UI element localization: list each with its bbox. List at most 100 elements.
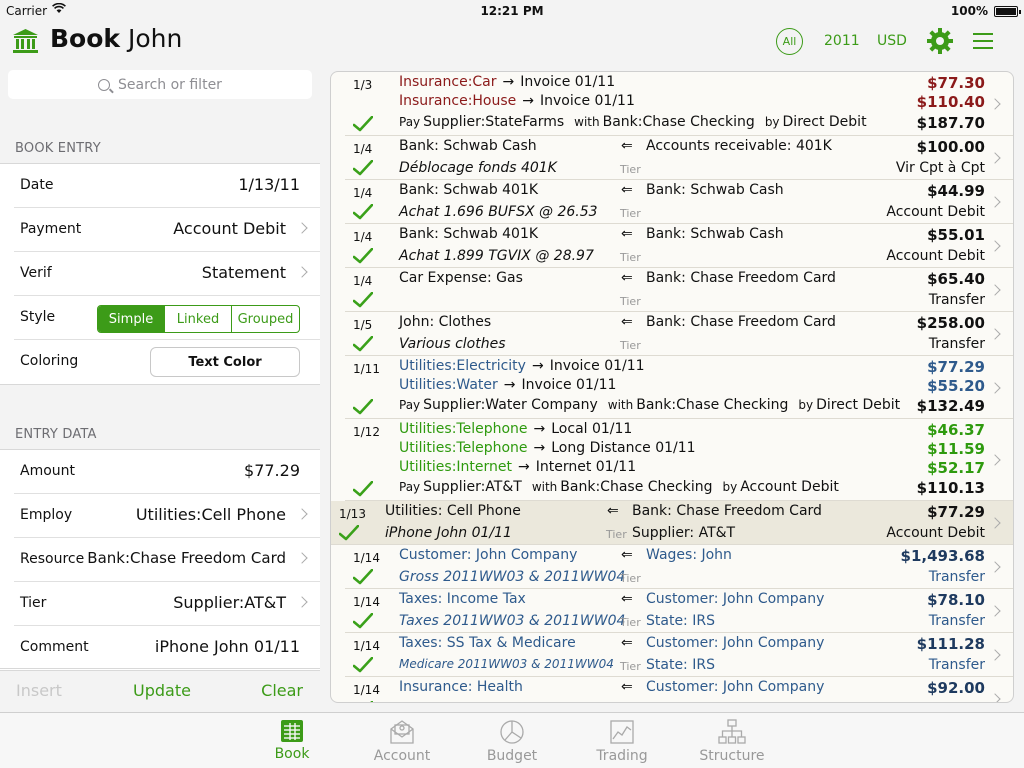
style-linked-segment[interactable]: Linked <box>165 306 232 332</box>
entry-tier-label: Tier <box>620 295 641 308</box>
entry-data-header: ENTRY DATA <box>15 427 97 442</box>
style-label: Style <box>20 309 56 325</box>
payment-prefix: Pay <box>399 398 421 412</box>
tab-structure[interactable]: Structure <box>687 719 777 764</box>
arrow-left-icon: ⇐ <box>621 314 633 330</box>
status-bar: Carrier 12:21 PM 100% <box>0 0 1024 22</box>
entry-row[interactable]: 1/14 Taxes: SS Tax & Medicare ⇐ Customer: J… <box>345 633 1013 677</box>
split-account: Utilities:Telephone → Local 01/11 <box>399 421 632 437</box>
employ-row[interactable]: Employ Utilities:Cell Phone <box>14 494 320 538</box>
verif-row[interactable]: Verif Statement <box>14 252 320 296</box>
entry-row[interactable]: 1/11 Utilities:Electricity → Invoice 01/11 $… <box>345 356 1013 419</box>
payment-total: $110.13 <box>916 479 985 497</box>
entry-editor-panel: Search or filter BOOK ENTRY Date 1/13/11… <box>0 64 320 712</box>
verified-check-icon <box>352 398 374 415</box>
payment-payee: Supplier:StateFarms <box>423 114 565 130</box>
insert-button[interactable]: Insert <box>16 681 62 700</box>
entry-amount: $92.00 <box>927 679 985 697</box>
year-button[interactable]: 2011 <box>824 33 860 49</box>
entry-amount: $65.40 <box>927 270 985 288</box>
entry-description: Déblocage fonds 401K <box>399 160 557 176</box>
menu-icon[interactable] <box>973 33 993 49</box>
entry-contra-account: Customer: John Company <box>646 591 825 607</box>
chevron-right-icon <box>989 561 1001 573</box>
battery-percent: 100% <box>950 4 988 18</box>
search-input[interactable]: Search or filter <box>8 70 312 99</box>
entry-row[interactable]: 1/14 Insurance: Health ⇐ Customer: John Com… <box>345 677 1013 702</box>
bank-icon <box>13 29 38 53</box>
entry-row[interactable]: 1/13 Utilities: Cell Phone ⇐ Bank: Chase Fr… <box>331 501 1013 545</box>
entry-description: Gross 2011WW03 & 2011WW04 <box>399 569 626 585</box>
payment-summary: Pay Supplier:AT&T with Bank:Chase Checking b… <box>399 479 849 495</box>
payment-with: with <box>574 115 600 129</box>
app-header: Book John All 2011 USD <box>0 22 1024 62</box>
tab-book-label: Book <box>274 746 310 762</box>
text-color-button[interactable]: Text Color <box>150 347 300 377</box>
entry-account: Taxes: Income Tax <box>399 591 526 607</box>
currency-button[interactable]: USD <box>877 33 907 49</box>
entry-date: 1/4 <box>353 186 373 200</box>
verified-check-icon <box>353 700 374 702</box>
filter-all-button[interactable]: All <box>776 28 803 55</box>
entry-row[interactable]: 1/4 Car Expense: Gas ⇐ Bank: Chase Freedom … <box>345 268 1013 312</box>
payment-row[interactable]: Payment Account Debit <box>14 208 320 252</box>
tab-trading[interactable]: Trading <box>577 719 667 764</box>
chevron-right-icon <box>989 454 1001 466</box>
entry-description: Achat 1.696 BUFSX @ 26.53 <box>399 204 598 220</box>
search-icon <box>98 78 111 91</box>
entry-tier-value: State: IRS <box>646 613 715 629</box>
arrow-right-icon: → <box>503 377 516 393</box>
split-amount: $55.20 <box>927 377 985 395</box>
split-account: Utilities:Electricity → Invoice 01/11 <box>399 358 645 374</box>
comment-row[interactable]: Comment iPhone John 01/11 <box>14 626 320 670</box>
entry-tier-label: Tier <box>620 207 641 220</box>
tab-account[interactable]: Account <box>357 719 447 764</box>
entry-row[interactable]: 1/12 Utilities:Telephone → Local 01/11 $46.3… <box>345 419 1013 501</box>
arrow-left-icon: ⇐ <box>621 270 633 286</box>
amount-row[interactable]: Amount $77.29 <box>14 450 320 494</box>
entry-row[interactable]: 1/14 Taxes: Income Tax ⇐ Customer: John Com… <box>345 589 1013 633</box>
entry-row[interactable]: 1/5 John: Clothes ⇐ Bank: Chase Freedom Car… <box>345 312 1013 356</box>
tab-bar: Book Account Budget Trading Structure <box>0 712 1024 768</box>
structure-icon <box>718 719 746 744</box>
split-amount: $77.29 <box>927 358 985 376</box>
clear-button[interactable]: Clear <box>261 681 303 700</box>
resource-row[interactable]: Resource Bank:Chase Freedom Card <box>14 538 320 582</box>
verified-check-icon <box>352 656 374 673</box>
split-memo: Long Distance 01/11 <box>551 440 696 456</box>
entry-row[interactable]: 1/4 Bank: Schwab 401K ⇐ Bank: Schwab Cash $4… <box>345 180 1013 224</box>
gear-icon[interactable] <box>926 27 954 55</box>
split-account-name: Utilities:Telephone <box>399 440 528 456</box>
entry-row[interactable]: 1/4 Bank: Schwab Cash ⇐ Accounts receivable… <box>345 136 1013 180</box>
entry-row[interactable]: 1/3 Insurance:Car → Invoice 01/11 $77.30 Insu… <box>345 72 1013 136</box>
split-memo: Local 01/11 <box>551 421 633 437</box>
entry-tier-label: Tier <box>620 572 641 585</box>
book-icon <box>281 720 303 742</box>
payment-prefix: Pay <box>399 480 421 494</box>
entry-row[interactable]: 1/4 Bank: Schwab 401K ⇐ Bank: Schwab Cash $5… <box>345 224 1013 268</box>
entry-method: Account Debit <box>886 204 985 220</box>
arrow-left-icon: ⇐ <box>621 679 633 695</box>
entry-row[interactable]: 1/14 Customer: John Company ⇐ Wages: John $1… <box>345 545 1013 589</box>
chevron-right-icon <box>296 508 308 520</box>
arrow-right-icon: → <box>502 74 515 90</box>
update-button[interactable]: Update <box>133 681 191 700</box>
tier-row[interactable]: Tier Supplier:AT&T <box>14 582 320 626</box>
split-account-name: Insurance:Car <box>399 74 497 90</box>
tab-book[interactable]: Book <box>247 719 337 762</box>
tab-budget-label: Budget <box>486 748 538 764</box>
style-grouped-segment[interactable]: Grouped <box>232 306 299 332</box>
entry-date: 1/3 <box>353 78 373 92</box>
payment-method: Direct Debit <box>816 397 901 413</box>
payment-method: Direct Debit <box>782 114 867 130</box>
tab-budget[interactable]: Budget <box>467 719 557 764</box>
split-account: Utilities:Internet → Internet 01/11 <box>399 459 636 475</box>
entry-amount: $44.99 <box>927 182 985 200</box>
arrow-right-icon: → <box>533 421 546 437</box>
date-row[interactable]: Date 1/13/11 <box>14 164 320 208</box>
style-simple-segment[interactable]: Simple <box>98 306 165 332</box>
tab-trading-label: Trading <box>596 748 648 764</box>
employ-value: Utilities:Cell Phone <box>135 505 286 524</box>
verif-label: Verif <box>20 265 52 281</box>
entry-tier-label: Tier <box>620 251 641 264</box>
